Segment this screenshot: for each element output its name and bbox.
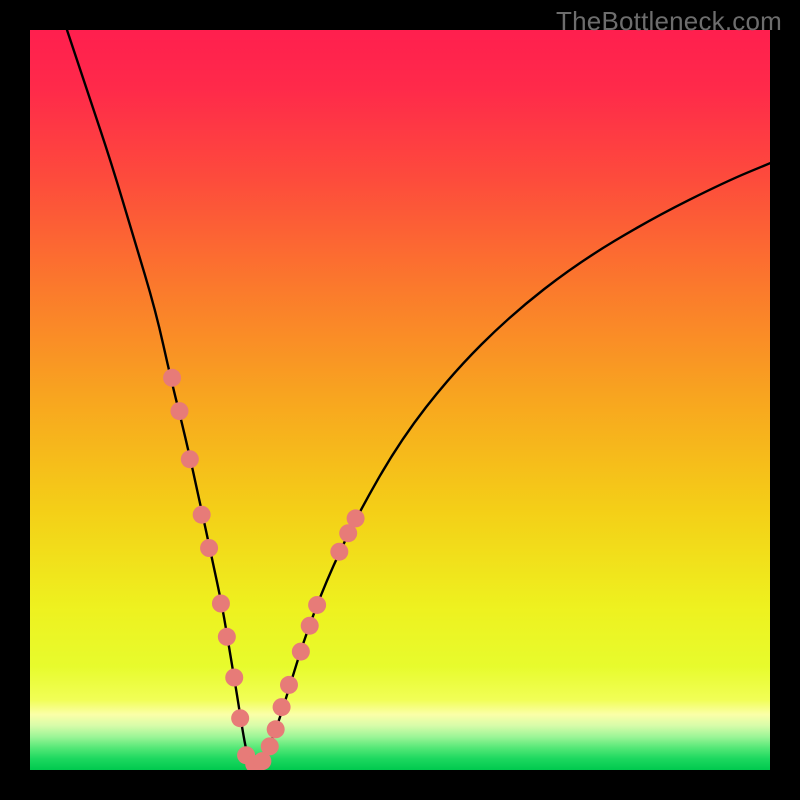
- curve-marker: [267, 720, 285, 738]
- curve-marker: [273, 698, 291, 716]
- curve-layer: [30, 30, 770, 770]
- chart-stage: TheBottleneck.com: [0, 0, 800, 800]
- curve-marker: [200, 539, 218, 557]
- bottleneck-curve: [67, 30, 770, 766]
- curve-marker: [170, 402, 188, 420]
- curve-marker: [280, 676, 298, 694]
- curve-marker: [193, 506, 211, 524]
- curve-marker: [301, 617, 319, 635]
- watermark-text: TheBottleneck.com: [556, 6, 782, 37]
- plot-area: [30, 30, 770, 770]
- curve-marker: [330, 543, 348, 561]
- curve-marker: [261, 737, 279, 755]
- curve-marker: [212, 595, 230, 613]
- curve-marker: [347, 509, 365, 527]
- curve-marker: [181, 450, 199, 468]
- curve-marker: [292, 643, 310, 661]
- curve-marker: [163, 369, 181, 387]
- curve-marker: [308, 596, 326, 614]
- curve-marker: [225, 669, 243, 687]
- curve-markers: [163, 369, 365, 770]
- curve-marker: [231, 709, 249, 727]
- curve-marker: [218, 628, 236, 646]
